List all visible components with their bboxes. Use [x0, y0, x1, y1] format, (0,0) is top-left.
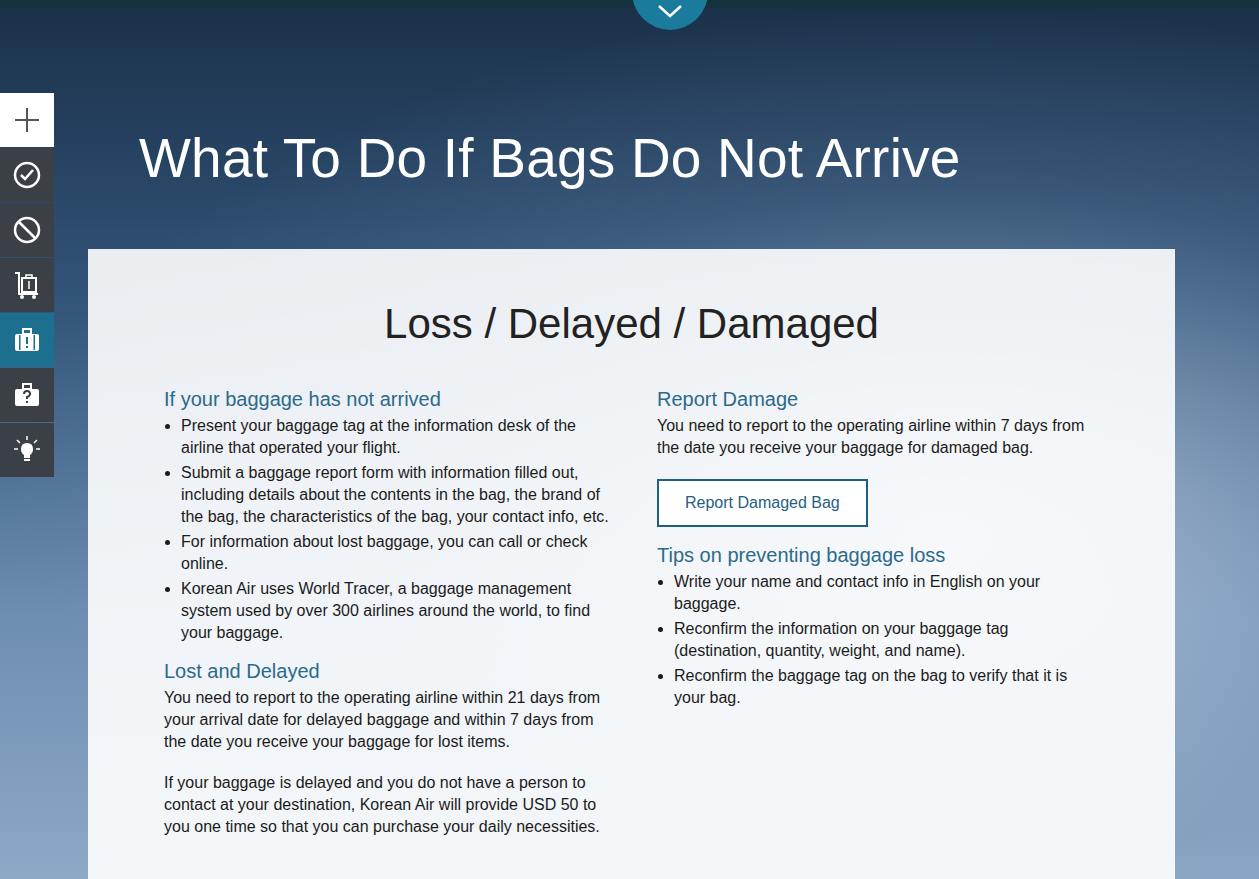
right-column: Report Damage You need to report to the o… — [657, 387, 1097, 838]
lost-delayed-section: Lost and Delayed You need to report to th… — [164, 659, 609, 838]
sidebar-item[interactable] — [0, 93, 54, 147]
bullet-list: Present your baggage tag at the informat… — [164, 415, 609, 644]
prohibited-icon — [12, 215, 42, 245]
paragraph: If your baggage is delayed and you do no… — [164, 772, 609, 838]
bullet-item: Submit a baggage report form with inform… — [181, 462, 609, 528]
sidebar-item[interactable] — [0, 148, 54, 202]
bullet-item: Reconfirm the baggage tag on the bag to … — [674, 665, 1097, 709]
sidebar-item[interactable] — [0, 203, 54, 257]
sidebar — [0, 93, 54, 477]
bullet-item: Present your baggage tag at the informat… — [181, 415, 609, 459]
bullet-list: Write your name and contact info in Engl… — [657, 571, 1097, 709]
columns: If your baggage has not arrived Present y… — [164, 387, 1175, 838]
card-heading: Loss / Delayed / Damaged — [88, 299, 1175, 349]
suitcase-alert-icon — [12, 325, 42, 355]
baggage-cart-icon — [12, 270, 42, 300]
page-title: What To Do If Bags Do Not Arrive — [139, 126, 1259, 190]
bullet-item: For information about lost baggage, you … — [181, 531, 609, 575]
collapse-toggle[interactable] — [632, 0, 708, 30]
sidebar-item[interactable] — [0, 313, 54, 367]
plus-icon — [12, 105, 42, 135]
sidebar-item[interactable] — [0, 423, 54, 477]
lightbulb-icon — [12, 435, 42, 465]
bullet-item: Reconfirm the information on your baggag… — [674, 618, 1097, 662]
content-card: Loss / Delayed / Damaged If your baggage … — [88, 249, 1175, 879]
paragraph: You need to report to the operating airl… — [164, 687, 609, 753]
report-damaged-bag-button[interactable]: Report Damaged Bag — [657, 479, 868, 527]
section-heading: Tips on preventing baggage loss — [657, 543, 1097, 567]
sidebar-item[interactable] — [0, 368, 54, 422]
suitcase-question-icon — [12, 380, 42, 410]
sidebar-item[interactable] — [0, 258, 54, 312]
section-heading: Lost and Delayed — [164, 659, 609, 683]
check-circle-icon — [12, 160, 42, 190]
bullet-item: Korean Air uses World Tracer, a baggage … — [181, 578, 609, 644]
section-heading: Report Damage — [657, 387, 1097, 411]
tips-section: Tips on preventing baggage loss Write you… — [657, 543, 1097, 709]
paragraph: You need to report to the operating airl… — [657, 415, 1097, 459]
bullet-item: Write your name and contact info in Engl… — [674, 571, 1097, 615]
section-heading: If your baggage has not arrived — [164, 387, 609, 411]
left-column: If your baggage has not arrived Present y… — [164, 387, 609, 838]
chevron-down-icon — [657, 4, 683, 18]
top-bar — [0, 0, 1259, 8]
